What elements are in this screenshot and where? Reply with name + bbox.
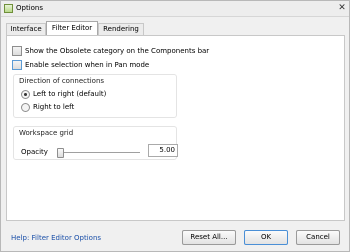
- radio-right-to-left-label: Right to left: [33, 103, 75, 111]
- opacity-slider-track[interactable]: [58, 152, 140, 153]
- radio-selected-dot: [24, 93, 27, 96]
- tab-rendering[interactable]: Rendering: [98, 23, 144, 35]
- title-bar: Options ✕: [1, 1, 349, 17]
- cancel-button[interactable]: Cancel: [296, 230, 340, 245]
- obsolete-category-checkbox[interactable]: [12, 46, 22, 56]
- ok-button[interactable]: OK: [244, 230, 288, 245]
- obsolete-category-label: Show the Obsolete category on the Compon…: [25, 47, 210, 55]
- opacity-label: Opacity: [21, 148, 48, 156]
- pan-selection-label: Enable selection when in Pan mode: [25, 61, 150, 69]
- tab-interface[interactable]: Interface: [6, 23, 46, 35]
- reset-all-button[interactable]: Reset All...: [182, 230, 236, 245]
- workspace-grid-group: Workspace grid Opacity 5.00: [13, 126, 178, 160]
- window-title: Options: [16, 4, 44, 12]
- help-link[interactable]: Help: Filter Editor Options: [11, 234, 101, 242]
- radio-left-to-right-label: Left to right (default): [33, 90, 107, 98]
- filter-editor-panel: Show the Obsolete category on the Compon…: [6, 35, 345, 221]
- close-icon[interactable]: ✕: [337, 3, 347, 13]
- tab-filter-editor[interactable]: Filter Editor: [46, 21, 98, 35]
- radio-left-to-right-button[interactable]: [21, 90, 30, 99]
- radio-right-to-left-button[interactable]: [21, 103, 30, 112]
- opacity-input[interactable]: 5.00: [148, 144, 178, 157]
- opacity-slider-thumb[interactable]: [57, 148, 64, 158]
- workspace-grid-title: Workspace grid: [19, 129, 74, 137]
- options-dialog: Options ✕ Interface Filter Editor Render…: [0, 0, 350, 252]
- app-icon: [4, 4, 13, 13]
- direction-group-title: Direction of connections: [19, 77, 105, 85]
- pan-selection-checkbox[interactable]: [12, 60, 22, 70]
- direction-group: Direction of connections Left to right (…: [13, 74, 177, 118]
